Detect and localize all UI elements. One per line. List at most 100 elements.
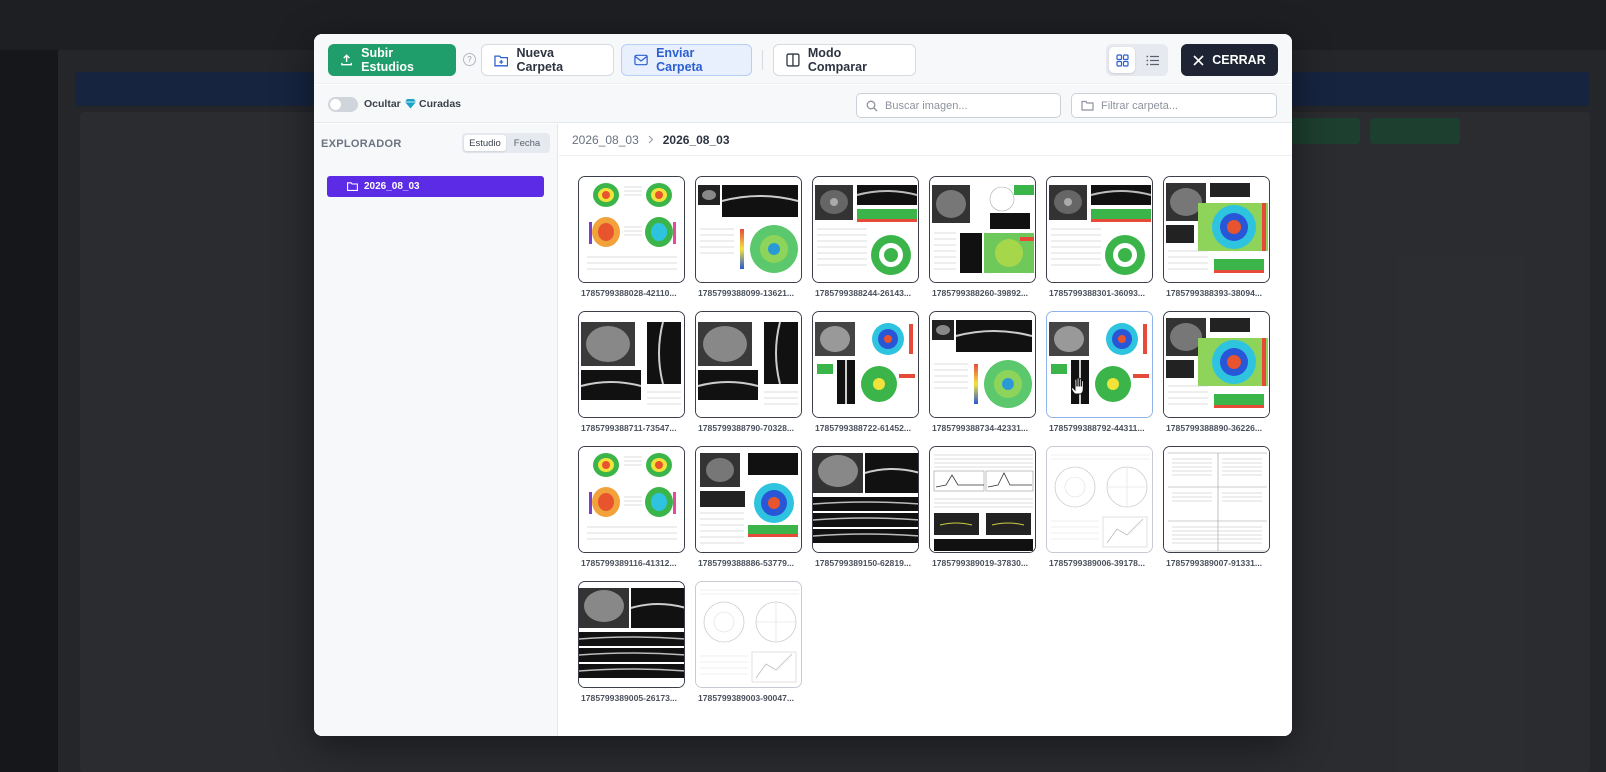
image-thumbnail[interactable] [1163,311,1270,418]
image-thumbnail[interactable] [578,581,685,688]
hide-curated-toggle[interactable] [328,97,358,112]
image-tile[interactable]: 1785799388099-13621... [695,176,802,311]
grid-view-button[interactable] [1109,47,1135,73]
folder-icon [347,182,358,191]
image-thumbnail[interactable] [578,176,685,283]
image-thumbnail[interactable] [578,446,685,553]
image-filename: 1785799389116-41312... [581,558,677,568]
image-tile[interactable]: 1785799389150-62819... [812,446,919,581]
explorer-sidebar: EXPLORADOR Estudio Fecha 2026_08_03 [314,124,558,736]
close-icon [1193,54,1204,66]
image-gallery: 2026_08_03 2026_08_03 1785799388028-4211… [559,124,1292,736]
image-tile[interactable]: 1785799388393-38094... [1163,176,1270,311]
columns-icon [786,53,800,67]
image-thumbnail[interactable] [929,446,1036,553]
image-thumbnail[interactable] [1046,311,1153,418]
image-filename: 1785799388099-13621... [698,288,795,298]
image-thumbnail[interactable] [929,311,1036,418]
new-folder-label: Nueva Carpeta [516,46,564,74]
image-thumbnail[interactable] [695,446,802,553]
image-filename: 1785799388260-39892... [932,288,1029,298]
folder-filter-placeholder: Filtrar carpeta... [1101,99,1179,112]
image-tile[interactable]: 1785799389006-39178... [1046,446,1153,581]
new-folder-button[interactable]: Nueva Carpeta [481,44,614,76]
image-tile[interactable]: 1785799388722-61452... [812,311,919,446]
filter-bar: Ocultar Curadas Buscar imagen... Filtrar… [314,85,1292,123]
compare-mode-button[interactable]: Modo Comparar [773,44,916,76]
upload-studies-button[interactable]: Subir Estudios [328,44,456,76]
group-by-switch: Estudio Fecha [462,133,550,153]
breadcrumb-root[interactable]: 2026_08_03 [572,133,639,147]
image-tile[interactable]: 1785799389019-37830... [929,446,1036,581]
curated-label: Curadas [419,98,462,110]
view-mode-toggle [1106,44,1168,76]
image-filename: 1785799388790-70328... [698,423,795,433]
image-thumbnail[interactable] [812,176,919,283]
group-by-study-option[interactable]: Estudio [464,135,506,151]
explorer-title: EXPLORADOR [321,138,402,150]
folder-filter-input[interactable]: Filtrar carpeta... [1071,93,1277,118]
image-filename: 1785799388722-61452... [815,423,912,433]
image-search-input[interactable]: Buscar imagen... [856,93,1061,118]
sidebar-folder-label: 2026_08_03 [364,181,420,192]
sidebar-folder-item[interactable]: 2026_08_03 [327,176,544,197]
image-thumbnail[interactable] [1046,176,1153,283]
image-tile[interactable]: 1785799388790-70328... [695,311,802,446]
image-tile[interactable]: 1785799389003-90047... [695,581,802,716]
upload-icon [341,54,352,66]
image-tile[interactable]: 1785799388792-44311... [1046,311,1153,446]
image-filename: 1785799388393-38094... [1166,288,1263,298]
image-filename: 1785799388890-36226... [1166,423,1263,433]
help-icon[interactable]: ? [463,53,476,66]
send-folder-button[interactable]: Enviar Carpeta [621,44,752,76]
image-tile[interactable]: 1785799389005-26173... [578,581,685,716]
image-thumbnail[interactable] [1046,446,1153,553]
toolbar-divider [762,50,763,70]
image-tile[interactable]: 1785799388734-42331... [929,311,1036,446]
image-tile[interactable]: 1785799389007-91331... [1163,446,1270,581]
image-filename: 1785799388244-26143... [815,288,912,298]
hide-label: Ocultar [364,98,401,110]
image-filename: 1785799389007-91331... [1166,558,1263,568]
image-thumbnail[interactable] [1163,176,1270,283]
breadcrumb: 2026_08_03 2026_08_03 [559,124,1292,156]
image-thumbnail[interactable] [578,311,685,418]
image-thumbnail[interactable] [695,581,802,688]
hand-cursor-icon [1070,377,1084,395]
image-thumbnail[interactable] [812,311,919,418]
image-filename: 1785799388028-42110... [581,288,677,298]
image-thumbnail[interactable] [1163,446,1270,553]
image-thumbnail[interactable] [695,176,802,283]
image-tile[interactable]: 1785799388711-73547... [578,311,685,446]
image-thumbnail[interactable] [812,446,919,553]
grid-icon [1115,53,1129,67]
image-tile[interactable]: 1785799388244-26143... [812,176,919,311]
image-filename: 1785799388301-36093... [1049,288,1146,298]
image-thumbnail[interactable] [929,176,1036,283]
list-view-button[interactable] [1139,47,1165,73]
image-filename: 1785799388792-44311... [1049,423,1145,433]
compare-mode-label: Modo Comparar [807,46,867,74]
image-filename: 1785799389150-62819... [815,558,912,568]
image-tile[interactable]: 1785799388301-36093... [1046,176,1153,311]
group-by-date-option[interactable]: Fecha [506,135,548,151]
close-label: CERRAR [1212,53,1266,67]
image-tile[interactable]: 1785799389116-41312... [578,446,685,581]
image-filename: 1785799388734-42331... [932,423,1029,433]
image-filename: 1785799388711-73547... [581,423,677,433]
image-thumbnail[interactable] [695,311,802,418]
image-filename: 1785799389006-39178... [1049,558,1146,568]
image-browser-modal: Subir Estudios ? Nueva Carpeta Enviar Ca… [314,34,1292,736]
folder-icon [1081,100,1094,111]
folder-plus-icon [494,55,509,66]
image-search-placeholder: Buscar imagen... [885,99,968,112]
image-tile[interactable]: 1785799388890-36226... [1163,311,1270,446]
image-filename: 1785799389005-26173... [581,693,678,703]
image-tile[interactable]: 1785799388028-42110... [578,176,685,311]
image-tile[interactable]: 1785799388886-53779... [695,446,802,581]
image-filename: 1785799389003-90047... [698,693,795,703]
modal-toolbar: Subir Estudios ? Nueva Carpeta Enviar Ca… [314,34,1292,84]
image-tile[interactable]: 1785799388260-39892... [929,176,1036,311]
close-button[interactable]: CERRAR [1181,44,1278,76]
chevron-right-icon [648,135,654,144]
